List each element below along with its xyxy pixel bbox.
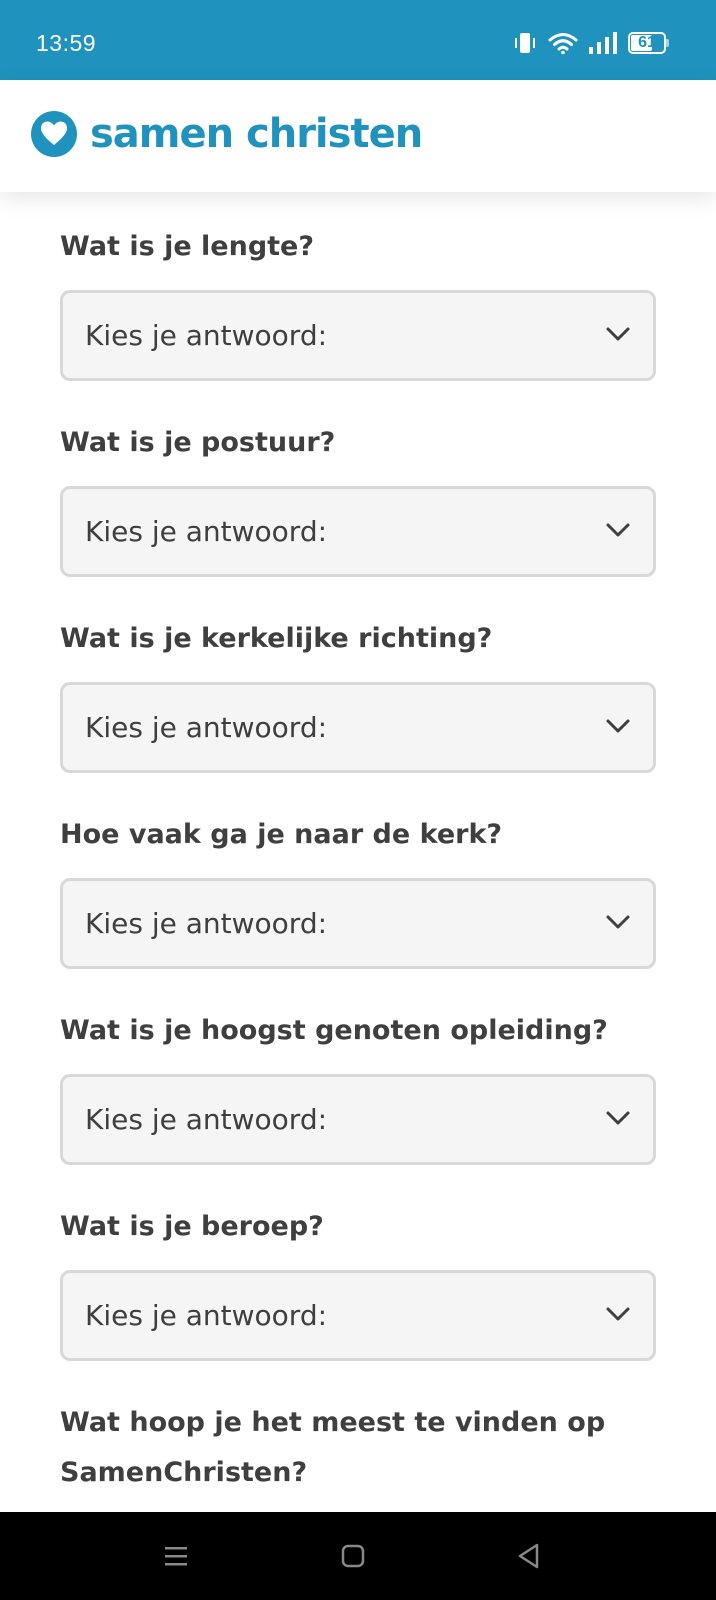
profession-select[interactable]: Kies je antwoord: [60,1270,656,1361]
select-value: Kies je antwoord: [85,1103,328,1136]
question-label: Hoe vaak ga je naar de kerk? [60,819,503,850]
status-time: 13:59 [36,30,97,56]
church-denomination-select[interactable]: Kies je antwoord: [60,682,656,773]
vibrate-icon [515,33,535,53]
question-label: Wat hoop je het meest te vinden op Samen… [60,1407,606,1488]
signal-icon [589,32,617,54]
question-hope: Wat hoop je het meest te vinden op Samen… [60,1398,660,1498]
navigation-bar [0,1512,716,1600]
select-value: Kies je antwoord: [85,1299,328,1332]
length-select[interactable]: Kies je antwoord: [60,290,656,381]
question-church-frequency: Hoe vaak ga je naar de kerk? Kies je ant… [60,810,660,969]
question-label: Wat is je hoogst genoten opleiding? [60,1015,608,1046]
app-header: samen christen [0,80,716,192]
chevron-down-icon [606,915,630,929]
chevron-down-icon [606,719,630,733]
question-profession: Wat is je beroep? Kies je antwoord: [60,1202,660,1361]
back-icon[interactable] [515,1542,543,1570]
select-value: Kies je antwoord: [85,515,328,548]
chevron-down-icon [606,1111,630,1125]
menu-icon[interactable] [162,1542,190,1570]
logo[interactable]: samen christen [30,110,423,158]
question-build: Wat is je postuur? Kies je antwoord: [60,418,660,577]
chevron-down-icon [606,327,630,341]
question-label: Wat is je lengte? [60,231,315,262]
status-icons: 61 [512,30,669,56]
battery-level: 61 [638,34,656,51]
profile-form: Wat is je lengte? Kies je antwoord: Wat … [0,192,716,1512]
question-label: Wat is je postuur? [60,427,336,458]
question-length: Wat is je lengte? Kies je antwoord: [60,222,660,381]
question-label: Wat is je kerkelijke richting? [60,623,493,654]
chevron-down-icon [606,1307,630,1321]
chevron-down-icon [606,523,630,537]
select-value: Kies je antwoord: [85,319,328,352]
status-bar: 13:59 61 [0,0,716,80]
build-select[interactable]: Kies je antwoord: [60,486,656,577]
heart-logo-icon [31,111,77,157]
wifi-icon [548,33,578,55]
select-value: Kies je antwoord: [85,907,328,940]
church-frequency-select[interactable]: Kies je antwoord: [60,878,656,969]
question-education: Wat is je hoogst genoten opleiding? Kies… [60,1006,660,1165]
question-label: Wat is je beroep? [60,1211,324,1242]
battery-icon: 61 [628,32,669,54]
education-select[interactable]: Kies je antwoord: [60,1074,656,1165]
select-value: Kies je antwoord: [85,711,328,744]
logo-text: samen christen [90,111,423,157]
home-icon[interactable] [339,1542,367,1570]
question-church-denomination: Wat is je kerkelijke richting? Kies je a… [60,614,660,773]
